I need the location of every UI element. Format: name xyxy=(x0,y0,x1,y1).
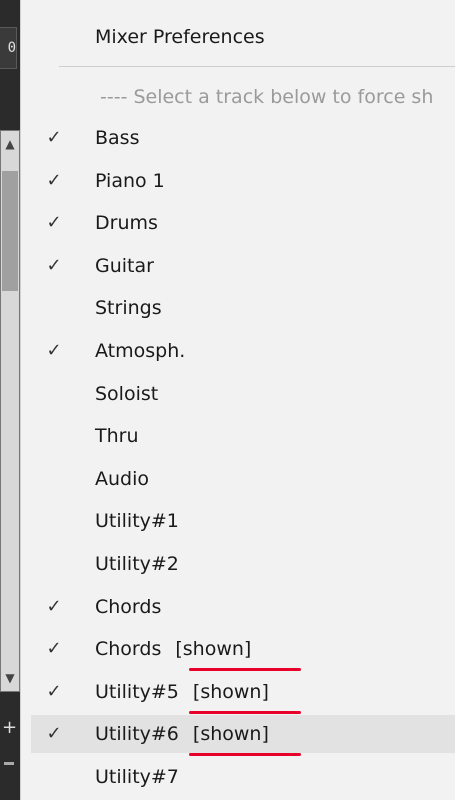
track-name: Bass xyxy=(95,127,140,149)
track-name: Utility#5 xyxy=(95,680,179,703)
track-menu-item[interactable]: ✓ Utility#5 [shown] xyxy=(31,673,455,711)
checkmark-icon xyxy=(43,758,65,796)
track-menu-item-label: Utility#2 xyxy=(95,545,179,583)
track-menu-item[interactable]: Thru xyxy=(31,417,455,455)
track-menu-item-label: Piano 1 xyxy=(95,162,165,200)
track-menu-item[interactable]: Utility#7 xyxy=(31,758,455,796)
checkmark-icon: ✓ xyxy=(46,595,62,617)
track-name: Thru xyxy=(95,425,139,448)
track-name: Strings xyxy=(95,297,162,320)
track-menu-item-label: Audio xyxy=(95,460,149,498)
checkmark-icon: ✓ xyxy=(46,127,62,148)
track-name: Utility#6 xyxy=(95,723,179,746)
track-menu-item-label: Atmosph. xyxy=(95,332,185,370)
track-menu-item[interactable]: ✓ Guitar xyxy=(31,247,455,285)
track-name: Audio xyxy=(95,467,150,490)
host-app-strip: 0 ▲ ▼ + xyxy=(0,0,21,800)
track-name: Atmosph. xyxy=(95,340,186,362)
track-name: Chords xyxy=(95,638,162,661)
annotation-underline xyxy=(189,668,301,672)
track-name: Utility#2 xyxy=(95,553,179,575)
track-menu-item-label: Chords xyxy=(95,588,161,626)
track-menu-item-label: Soloist xyxy=(95,375,158,413)
annotation-underline xyxy=(189,710,301,714)
shown-tag: [shown] xyxy=(175,638,252,661)
checkmark-icon xyxy=(43,545,65,583)
track-name: Chords xyxy=(95,595,162,618)
plus-icon[interactable]: + xyxy=(2,718,17,738)
track-menu-item-label: Utility#6 [shown] xyxy=(95,715,269,753)
checkmark-icon: ✓ xyxy=(46,680,62,702)
scroll-thumb[interactable] xyxy=(2,171,18,291)
checkmark-icon: ✓ xyxy=(46,340,62,361)
checkmark-icon: ✓ xyxy=(46,254,62,276)
track-menu-item-label: Guitar xyxy=(95,247,154,285)
track-menu-item[interactable]: Audio xyxy=(31,460,455,498)
minus-icon[interactable] xyxy=(4,762,14,765)
track-name: Guitar xyxy=(95,254,154,277)
track-menu-item-label: Thru xyxy=(95,417,139,455)
checkmark-icon: ✓ xyxy=(46,638,62,660)
track-menu-item-label: Bass xyxy=(95,119,139,157)
checkmark-icon xyxy=(43,460,65,498)
track-name: Piano 1 xyxy=(95,169,165,192)
checkmark-icon xyxy=(43,375,65,413)
track-menu-item-label: Drums xyxy=(95,204,158,242)
track-menu-item[interactable]: ✓ Utility#6 [shown] xyxy=(31,715,455,754)
track-menu-item-label: Strings xyxy=(95,289,162,327)
track-menu-item[interactable]: Utility#2 xyxy=(31,545,455,583)
track-name: Utility#1 xyxy=(95,510,179,533)
track-name: Drums xyxy=(95,212,158,235)
track-name: Soloist xyxy=(95,382,159,405)
checkmark-icon: ✓ xyxy=(46,212,62,234)
track-menu-item[interactable]: Strings xyxy=(31,289,455,327)
track-menu-item[interactable]: ✓ Chords [shown] xyxy=(31,630,455,668)
checkmark-icon xyxy=(43,417,65,455)
scroll-up-arrow-icon[interactable]: ▲ xyxy=(3,135,17,153)
checkmark-icon: ✓ xyxy=(46,723,62,745)
checkmark-icon xyxy=(43,289,65,327)
checkmark-icon: ✓ xyxy=(46,169,62,191)
track-menu-item[interactable]: Soloist xyxy=(31,375,455,413)
shown-tag: [shown] xyxy=(192,680,269,703)
track-menu-item-label: Chords [shown] xyxy=(95,630,251,668)
track-menu-item[interactable]: ✓ Drums xyxy=(31,204,455,242)
context-menu: Mixer Preferences ---- Select a track be… xyxy=(20,0,455,800)
track-menu-item-label: Utility#7 xyxy=(95,758,179,796)
host-scrollbar[interactable]: ▲ ▼ xyxy=(0,130,20,692)
menu-separator xyxy=(59,66,455,67)
mixer-preferences-menu-item[interactable]: Mixer Preferences xyxy=(95,18,265,56)
select-track-hint: ---- Select a track below to force sh xyxy=(100,86,434,108)
annotation-underline xyxy=(189,753,301,757)
track-menu-item[interactable]: ✓ Bass xyxy=(31,119,455,157)
host-value-box: 0 xyxy=(0,27,17,69)
track-menu-item[interactable]: Utility#1 xyxy=(31,502,455,540)
track-menu-item-label: Utility#1 xyxy=(95,502,179,540)
track-name: Utility#7 xyxy=(95,766,179,788)
shown-tag: [shown] xyxy=(192,723,269,746)
scroll-down-arrow-icon[interactable]: ▼ xyxy=(3,669,17,687)
checkmark-icon xyxy=(43,502,65,540)
track-menu-item[interactable]: ✓ Chords xyxy=(31,588,455,626)
track-menu-item-label: Utility#5 [shown] xyxy=(95,673,269,711)
track-menu-item[interactable]: ✓ Atmosph. xyxy=(31,332,455,370)
track-menu-item[interactable]: ✓ Piano 1 xyxy=(31,162,455,200)
